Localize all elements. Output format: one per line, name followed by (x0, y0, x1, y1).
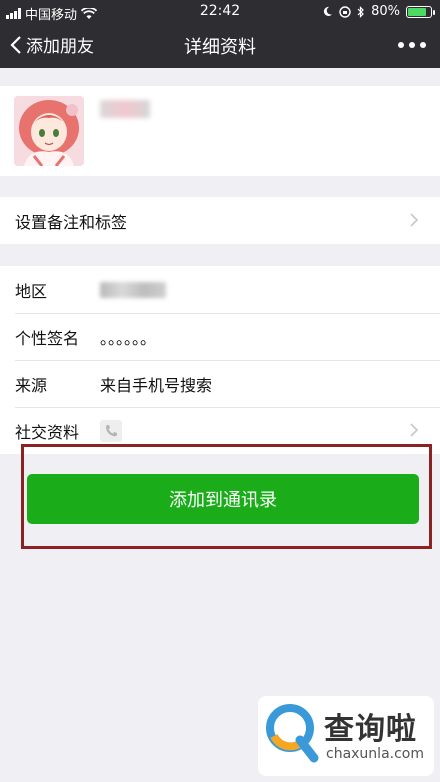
battery-icon (406, 5, 435, 18)
signature-label: 个性签名 (15, 328, 80, 348)
watermark-url: chaxunla.com (326, 746, 424, 762)
blurred-region-value (100, 281, 166, 298)
source-value: 来自手机号搜索 (100, 375, 213, 395)
add-to-contacts-button[interactable]: 添加到通讯录 (27, 474, 419, 524)
rotation-lock-icon (339, 5, 351, 18)
more-dot-icon (409, 42, 415, 48)
profile-card (0, 86, 440, 176)
region-cell: 地区 (0, 266, 440, 313)
watermark: 查询啦 chaxunla.com (258, 696, 434, 776)
watermark-title: 查询啦 (324, 712, 417, 747)
source-cell: 来源 来自手机号搜索 (0, 360, 440, 407)
chevron-right-icon (410, 423, 418, 437)
battery-percent: 80% (371, 4, 400, 19)
blurred-name (100, 100, 150, 118)
signature-value: 。。。。。。 (100, 328, 157, 348)
region-label: 地区 (15, 281, 48, 301)
more-dot-icon (420, 42, 426, 48)
more-dot-icon (398, 42, 404, 48)
avatar[interactable] (14, 96, 84, 166)
status-bar: 中国移动 22:42 80% (0, 0, 440, 24)
social-profile-label: 社交资料 (15, 422, 80, 442)
anime-avatar-image (14, 96, 84, 166)
signature-cell: 个性签名 。。。。。。 (0, 313, 440, 360)
set-remark-tag-cell[interactable]: 设置备注和标签 (0, 197, 440, 244)
info-section: 地区 个性签名 。。。。。。 来源 来自手机号搜索 社交资料 (0, 266, 440, 454)
set-remark-tag-label: 设置备注和标签 (15, 212, 128, 232)
magnifier-logo-icon (266, 704, 319, 763)
chevron-right-icon (410, 213, 418, 227)
navigation-bar: 添加朋友 详细资料 (0, 24, 440, 68)
phone-icon (100, 419, 122, 442)
add-to-contacts-label: 添加到通讯录 (169, 490, 277, 511)
moon-icon (323, 6, 333, 17)
bluetooth-icon (357, 5, 364, 18)
source-label: 来源 (15, 375, 48, 395)
remark-section: 设置备注和标签 (0, 197, 440, 244)
top-bar: 中国移动 22:42 80% 添加朋友 详细资料 (0, 0, 440, 68)
more-button[interactable] (398, 42, 426, 48)
page-title: 详细资料 (184, 37, 256, 58)
